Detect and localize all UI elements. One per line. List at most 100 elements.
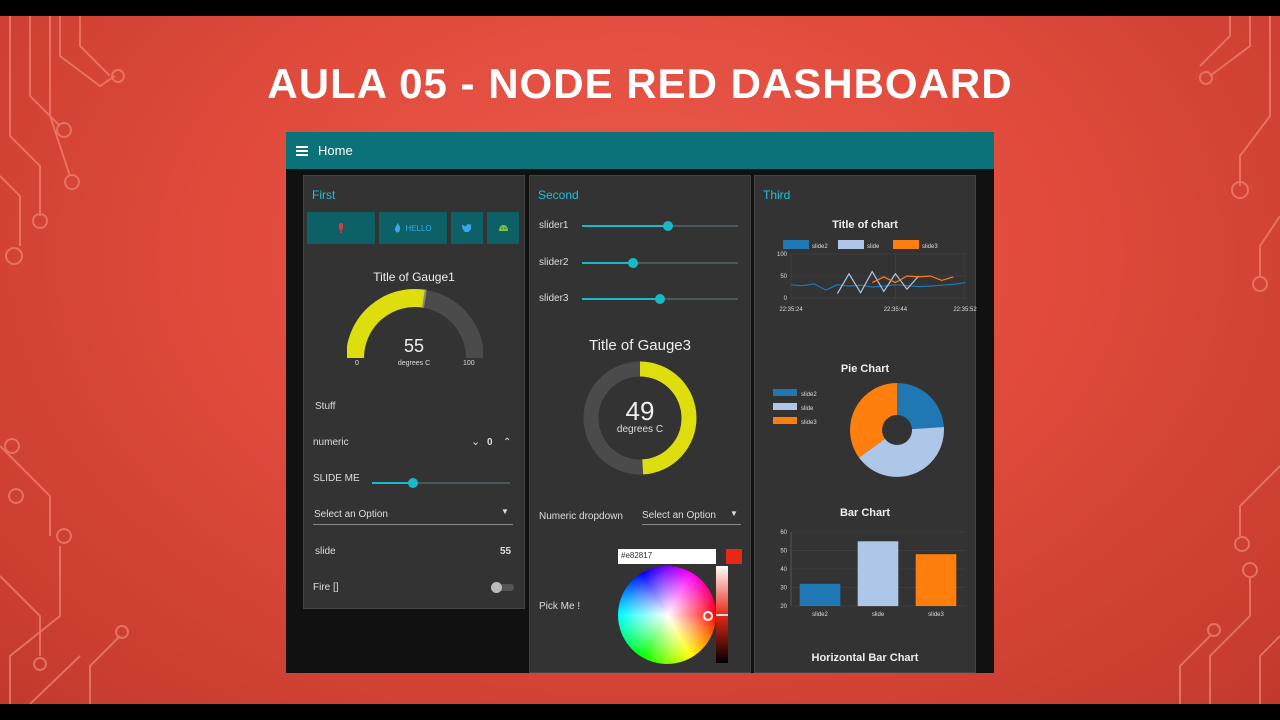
microphone-icon [339,222,343,233]
line-series-slide [836,270,920,294]
dropdown-underline [642,524,741,525]
gauge1-value: 55 [403,336,425,356]
slider3-label: slider3 [539,293,569,304]
circuit-decoration-left [0,16,129,704]
bar-chart-title: Bar Chart [839,507,891,519]
legend-label-slide2: slide2 [801,392,817,398]
numeric-label: numeric [313,437,349,448]
slider1[interactable] [582,221,738,231]
slider-fill [582,225,668,227]
android-icon [498,225,508,231]
y-tick-label: 50 [780,274,787,280]
x-tick-label: 22:35:52 [953,307,977,313]
bar-slide2 [799,583,841,606]
gauge3-value: 49 [625,396,655,426]
pick-me-label: Pick Me ! [539,601,581,612]
slider2-label: slider2 [539,257,569,268]
chevron-down-icon[interactable]: ⌄ [471,435,480,448]
legend-swatch-slide3 [893,240,919,249]
circuit-decoration-right [1179,16,1280,704]
stuff-text: Stuff [315,401,336,412]
microphone-button[interactable] [307,212,375,244]
dropdown-arrow-icon[interactable]: ▼ [730,509,738,518]
legend-label-slide2: slide2 [812,244,828,250]
slide-me-slider[interactable] [372,478,510,488]
y-tick-label: 100 [777,252,788,258]
slider-knob[interactable] [655,294,665,304]
gauge1-max: 100 [463,360,475,367]
group-first-title: First [312,188,336,202]
fire-label: Fire [] [313,582,339,593]
chevron-up-icon[interactable]: ⌃ [503,437,511,448]
gauge3-title: Title of Gauge3 [588,337,691,354]
line-series-slide3 [871,275,954,284]
color-wheel[interactable] [618,566,716,664]
android-button[interactable] [487,212,519,244]
color-swatch[interactable] [726,549,742,564]
gauge3-units: degrees C [616,424,664,435]
slider-fill [372,482,414,484]
line-chart: slide2 slide slide3 100 50 0 22:35:24 22:35:44… [777,240,977,313]
node-red-dashboard: Home First HELLO Title of Gauge1 55 degr… [286,132,994,673]
x-tick-label: 22:35:24 [779,307,803,313]
bar-slide3 [915,554,957,606]
option-dropdown[interactable]: Select an Option [314,509,388,520]
twitter-button[interactable] [451,212,483,244]
slide-value: 55 [500,546,512,557]
switch-knob[interactable] [491,582,502,593]
hello-button[interactable]: HELLO [379,212,447,244]
y-tick-label: 20 [780,604,787,610]
slider3[interactable] [582,294,738,304]
color-lightness-bar[interactable] [716,566,728,663]
legend-label-slide3: slide3 [801,420,817,426]
slide-me-label: SLIDE ME [313,473,360,484]
slider-fill [582,262,634,264]
legend-swatch-slide2 [773,389,797,396]
legend-label-slide: slide [867,244,880,250]
y-tick-label: 50 [780,549,787,555]
bar-chart: 60 50 40 30 20 slide2 slide slide3 [780,530,965,618]
fire-icon [395,223,401,233]
gauge1-min: 0 [355,360,359,367]
numeric-dropdown-label: Numeric dropdown [539,511,623,522]
lightness-handle[interactable] [716,614,728,616]
slider2[interactable] [582,258,738,268]
group-first: First HELLO Title of Gauge1 55 degrees C… [303,175,525,609]
dashboard-topbar: Home [286,132,994,169]
twitter-icon [462,224,472,232]
pie-chart-title: Pie Chart [840,363,890,375]
y-tick-label: 30 [780,586,787,592]
color-hex-value: #e82817 [621,551,653,560]
slider1-label: slider1 [539,220,569,231]
slide-label: slide [315,546,336,557]
x-tick-label: slide3 [928,612,944,618]
color-wheel-cursor[interactable] [703,611,713,621]
color-hex-input[interactable]: #e82817 [618,549,716,564]
group-third-title: Third [763,188,791,202]
dropdown-underline [313,524,513,525]
legend-swatch-slide [773,403,797,410]
slider-fill [582,298,660,300]
group-second-title: Second [538,188,579,202]
hello-button-label: HELLO [405,223,432,233]
fire-switch[interactable] [491,582,514,593]
legend-swatch-slide [838,240,864,249]
hbar-chart-title: Horizontal Bar Chart [811,652,919,664]
slider-knob[interactable] [662,221,673,231]
bar-slide [857,541,899,607]
numeric-dropdown[interactable]: Select an Option [642,510,716,521]
gauge1-title: Title of Gauge1 [373,270,455,284]
x-tick-label: slide2 [812,612,828,618]
x-tick-label: 22:35:44 [884,307,908,313]
hamburger-icon[interactable] [296,145,308,156]
group-third: Third Title of chart slide2 slide slide3 1… [754,175,977,673]
slider-knob[interactable] [408,478,419,488]
pie-slice-slide2 [897,383,944,430]
numeric-value[interactable]: 0 [487,437,493,448]
line-series-slide2 [790,282,966,291]
group-second: Second slider1 slider2 slider3 Title of … [529,175,751,673]
dropdown-arrow-icon[interactable]: ▼ [501,507,509,516]
slider-knob[interactable] [628,258,639,268]
slide-title: AULA 05 - NODE RED DASHBOARD [267,60,1013,107]
x-tick-label: slide [872,612,885,618]
